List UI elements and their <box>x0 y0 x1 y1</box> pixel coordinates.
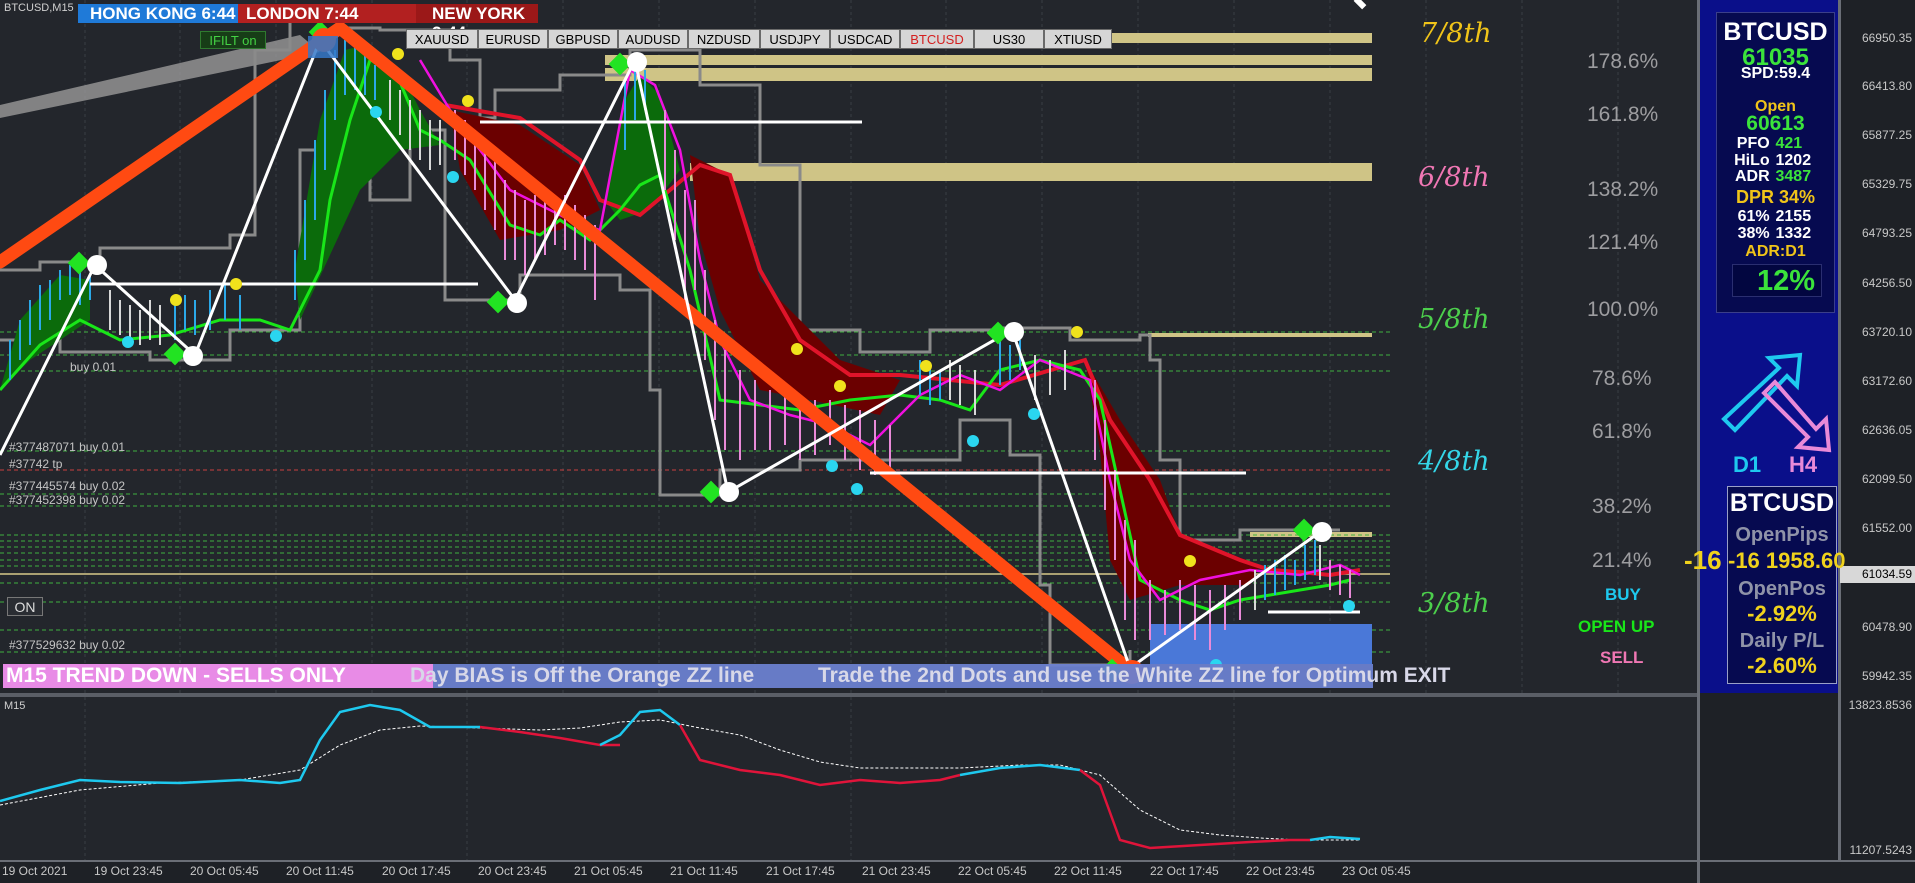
price-tick: 64793.25 <box>1861 226 1912 240</box>
trading-terminal: BTCUSD,M15 HONG KONG 6:44 LONDON 7:44 NE… <box>0 0 1915 883</box>
symbol-button-xtiusd[interactable]: XTIUSD <box>1044 29 1112 49</box>
time-tick: 21 Oct 17:45 <box>766 864 835 878</box>
order-label: #377445574 buy 0.02 <box>9 479 126 493</box>
panel-spread: SPD:59.4 <box>1740 65 1811 82</box>
session-label: LONDON <box>246 4 320 23</box>
price-tick: 62099.50 <box>1861 472 1912 486</box>
indicator-panel <box>0 697 1697 860</box>
symbol-button-us30[interactable]: US30 <box>974 29 1044 49</box>
octave-label: 3/8th <box>1418 588 1490 619</box>
order-label: #377529632 buy 0.02 <box>9 638 126 652</box>
symbol-button-gbpusd[interactable]: GBPUSD <box>548 29 618 49</box>
time-tick: 23 Oct 05:45 <box>1342 864 1411 878</box>
time-tick: 20 Oct 17:45 <box>382 864 451 878</box>
time-tick: 22 Oct 17:45 <box>1150 864 1219 878</box>
price-tick: 62636.05 <box>1861 423 1912 437</box>
fib-level: 21.4% <box>1592 549 1652 572</box>
symbol-button-audusd[interactable]: AUDUSD <box>618 29 688 49</box>
price-tick: 65329.75 <box>1861 177 1912 191</box>
session-london: LONDON 7:44 <box>238 4 416 23</box>
current-price-tag: 61034.59 <box>1861 567 1912 581</box>
symbol-button-xauusd[interactable]: XAUUSD <box>406 29 478 49</box>
price-tick: 65877.25 <box>1861 128 1912 142</box>
price-tick: 66413.80 <box>1861 79 1912 93</box>
h4-label: H4 <box>1789 452 1818 477</box>
panel-symbol: BTCUSD <box>1729 489 1835 517</box>
time-tick: 21 Oct 11:45 <box>670 864 738 878</box>
octave-label: 7/8th <box>1420 18 1492 49</box>
fib-level: 161.8% <box>1587 103 1659 126</box>
order-label: #377487071 buy 0.01 <box>9 440 126 454</box>
indicator-tick: 11207.5243 <box>1849 843 1912 857</box>
panel-open-value: 60613 <box>1746 112 1805 135</box>
time-tick: 22 Oct 11:45 <box>1054 864 1122 878</box>
price-tick: 66950.35 <box>1861 31 1912 45</box>
session-time: 6:44 <box>201 4 236 23</box>
open-pips-value: -16 1958.60 <box>1728 548 1846 573</box>
octave-label: 4/8th <box>1418 446 1490 477</box>
panel-dpr: DPR 34% <box>1735 187 1816 207</box>
session-label: HONG KONG <box>90 4 197 23</box>
trade-text: Trade the 2nd Dots and use the White ZZ … <box>818 664 1451 687</box>
time-tick: 19 Oct 2021 <box>2 864 68 878</box>
octave-label: 6/8th <box>1418 162 1490 193</box>
sell-tag: SELL <box>1600 648 1644 667</box>
symbol-button-usdcad[interactable]: USDCAD <box>830 29 900 49</box>
time-tick: 22 Oct 05:45 <box>958 864 1027 878</box>
price-tick: 63172.60 <box>1861 374 1912 388</box>
symbol-button-eurusd[interactable]: EURUSD <box>478 29 548 49</box>
price-tick: 61552.00 <box>1861 521 1912 535</box>
order-label: #377452398 buy 0.02 <box>9 493 126 507</box>
order-label: #37742 tp <box>9 457 63 471</box>
buy-tag: BUY <box>1605 585 1641 604</box>
filter-badge[interactable]: IFILT on <box>200 31 266 49</box>
symbol-info-panel: BTCUSD 61035 SPD:59.4 Open 60613 PFO 421 … <box>1716 12 1835 313</box>
time-tick: 19 Oct 23:45 <box>94 864 163 878</box>
session-hong-kong: HONG KONG 6:44 <box>78 4 238 23</box>
indicator-title: M15 <box>4 700 26 712</box>
open-pips-label: OpenPips <box>1735 524 1829 546</box>
fib-level: 100.0% <box>1587 298 1659 321</box>
price-tick: 64256.50 <box>1861 276 1912 290</box>
fib-level: 178.6% <box>1587 50 1659 73</box>
fib-level: 78.6% <box>1592 367 1652 390</box>
time-tick: 22 Oct 23:45 <box>1246 864 1315 878</box>
time-tick: 21 Oct 23:45 <box>862 864 931 878</box>
open-pos-value: -2.92% <box>1747 601 1817 626</box>
on-toggle-button[interactable]: ON <box>7 597 43 616</box>
fib-level: 61.8% <box>1592 420 1652 443</box>
order-label: buy 0.01 <box>70 360 117 374</box>
symbol-button-usdjpy[interactable]: USDJPY <box>760 29 830 49</box>
session-new-york: NEW YORK 2:44 <box>416 4 538 42</box>
symbol-button-nzdusd[interactable]: NZDUSD <box>688 29 760 49</box>
symbol-button-btcusd[interactable]: BTCUSD <box>900 29 974 49</box>
octave-label: 5/8th <box>1418 304 1490 335</box>
fib-level: 38.2% <box>1592 495 1652 518</box>
panel-adr-timeframe: ADR:D1 <box>1745 243 1806 260</box>
bias-text: Day BIAS is Off the Orange ZZ line <box>410 664 755 687</box>
time-tick: 20 Oct 23:45 <box>478 864 547 878</box>
open-pos-label: OpenPos <box>1738 578 1826 600</box>
window-title: BTCUSD,M15 <box>4 2 74 14</box>
price-tick: 63720.10 <box>1861 325 1912 339</box>
daily-pl-label: Daily P/L <box>1739 630 1825 652</box>
price-tick: 59942.35 <box>1861 669 1912 683</box>
fib-level: 121.4% <box>1587 231 1659 254</box>
panel-symbol: BTCUSD <box>1723 18 1828 46</box>
time-tick: 21 Oct 05:45 <box>574 864 643 878</box>
fib-level: 138.2% <box>1587 178 1659 201</box>
time-tick: 20 Oct 11:45 <box>286 864 354 878</box>
session-label: NEW YORK <box>432 4 526 23</box>
price-tick: 60478.90 <box>1861 620 1912 634</box>
open-position-panel: BTCUSD OpenPips -16 1958.60 OpenPos -2.9… <box>1727 486 1846 684</box>
panel-adr-percent: 12% <box>1732 264 1822 297</box>
session-time: 7:44 <box>324 4 359 23</box>
trend-text: M15 TREND DOWN - SELLS ONLY <box>6 664 346 687</box>
time-tick: 20 Oct 05:45 <box>190 864 259 878</box>
open-up-tag: OPEN UP <box>1578 617 1655 636</box>
daily-pl-value: -2.60% <box>1747 653 1817 678</box>
indicator-tick: 13823.8536 <box>1848 698 1912 712</box>
d1-label: D1 <box>1733 452 1762 477</box>
